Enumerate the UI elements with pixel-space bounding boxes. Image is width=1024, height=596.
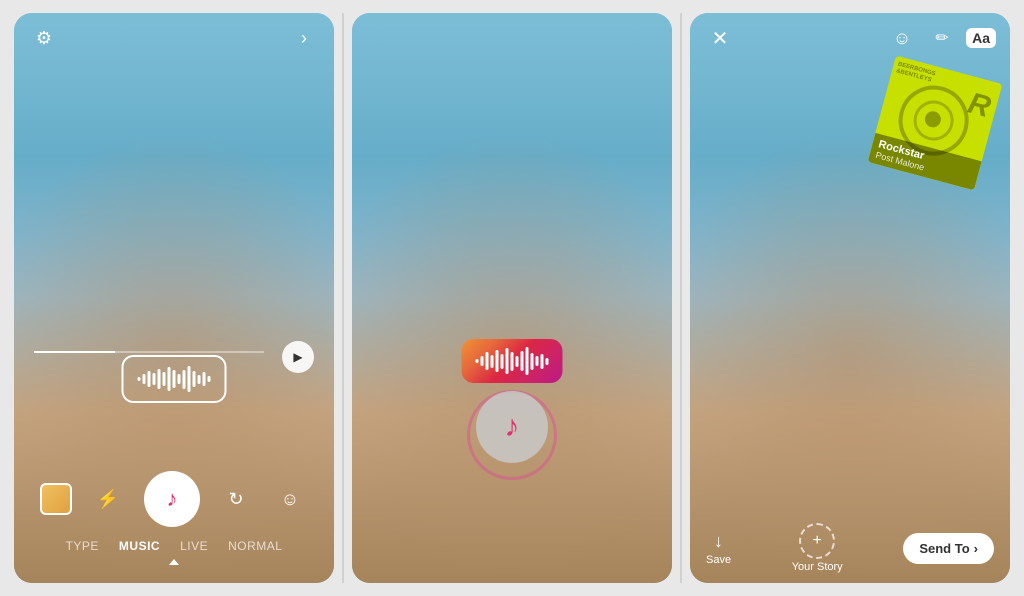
bolt-icon[interactable]: ⚡ (90, 481, 126, 517)
send-to-label: Send To (919, 541, 969, 556)
save-icon: ↓ (714, 531, 723, 552)
play-button[interactable]: ▶ (282, 341, 314, 373)
progress-bar (34, 351, 264, 353)
panel-music-playing: ♪ (352, 13, 672, 583)
save-button[interactable]: ↓ Save (706, 531, 731, 566)
music-circle-button[interactable]: ♪ (476, 391, 548, 463)
people-overlay (352, 13, 672, 583)
divider-1 (342, 13, 344, 583)
top-bar-share: ✕ ☺ ✏ Aa (690, 13, 1010, 63)
face-icon[interactable]: ☺ (272, 481, 308, 517)
send-to-button[interactable]: Send To › (903, 533, 994, 564)
your-story-button[interactable]: + Your Story (792, 523, 843, 573)
waveform-bars (476, 347, 549, 375)
your-story-label: Your Story (792, 561, 843, 573)
pencil-icon[interactable]: ✏ (926, 22, 958, 54)
progress-fill (34, 351, 115, 353)
save-label: Save (706, 554, 731, 566)
bottom-bar-share: ↓ Save + Your Story Send To › (690, 513, 1010, 583)
panel-camera-music: ⚙ › ▶ ⚡ (14, 13, 334, 583)
bottom-bar: ⚡ ♪ ↻ ☺ TYPE MUSIC LIVE NORMAL (14, 463, 334, 583)
sticker-icon[interactable]: ☺ (886, 22, 918, 54)
gallery-thumbnail[interactable] (40, 483, 72, 515)
your-story-circle: + (799, 523, 835, 559)
tab-indicator (14, 559, 334, 565)
tab-type[interactable]: TYPE (66, 539, 99, 553)
text-button[interactable]: Aa (966, 28, 996, 48)
tab-live[interactable]: LIVE (180, 539, 208, 553)
send-to-icon: › (974, 541, 978, 556)
close-icon[interactable]: ✕ (704, 22, 736, 54)
toolbar-icons: ⚡ ♪ ↻ ☺ (14, 463, 334, 535)
music-note-icon: ♪ (505, 410, 520, 444)
mode-tabs: TYPE MUSIC LIVE NORMAL (14, 535, 334, 557)
tab-music[interactable]: MUSIC (119, 539, 160, 553)
settings-icon[interactable]: ⚙ (28, 22, 60, 54)
divider-2 (680, 13, 682, 583)
panel-share: ✕ ☺ ✏ Aa R BEERBONGS&BENTLEYS Rockstar (690, 13, 1010, 583)
music-button[interactable]: ♪ (144, 471, 200, 527)
refresh-icon[interactable]: ↻ (218, 481, 254, 517)
tab-normal[interactable]: NORMAL (228, 539, 282, 553)
chevron-right-icon[interactable]: › (288, 22, 320, 54)
waveform-sticker[interactable] (122, 355, 227, 403)
top-bar: ⚙ › (14, 13, 334, 63)
waveform-bars (138, 365, 211, 393)
top-right-icons: ☺ ✏ Aa (886, 22, 996, 54)
waveform-sticker-playing[interactable] (462, 339, 563, 383)
